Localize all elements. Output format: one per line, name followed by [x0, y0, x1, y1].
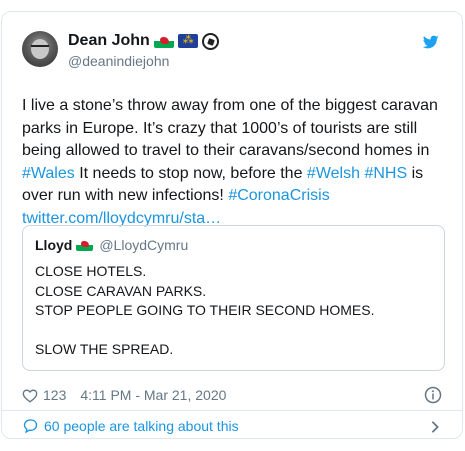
divider	[2, 410, 462, 411]
author-avatar[interactable]	[22, 31, 58, 67]
heart-icon[interactable]	[22, 388, 38, 403]
quoted-tweet-text: CLOSE HOTELS. CLOSE CARAVAN PARKS. STOP …	[35, 262, 374, 360]
author-display-name[interactable]: Dean John	[68, 32, 150, 50]
quoted-text-line: CLOSE CARAVAN PARKS.	[35, 282, 207, 299]
wales-flag-icon	[76, 239, 94, 251]
twitter-bird-icon[interactable]	[422, 34, 440, 50]
quoted-author-handle: @LloydCymru	[99, 237, 189, 253]
quoted-text-line: CLOSE HOTELS.	[35, 263, 147, 279]
quoted-author-name: Lloyd	[35, 237, 73, 253]
quoted-tweet[interactable]: Lloyd @LloydCymru CLOSE HOTELS. CLOSE CA…	[22, 225, 445, 371]
quoted-text-line	[35, 321, 374, 341]
quoted-author-row: Lloyd @LloydCymru	[35, 237, 188, 253]
hashtag-link-coronacrisis[interactable]: #CoronaCrisis	[228, 187, 329, 204]
like-count[interactable]: 123	[43, 387, 66, 403]
hashtag-link-welsh[interactable]: #Welsh	[307, 165, 360, 182]
author-handle[interactable]: @deanindiejohn	[68, 53, 169, 69]
info-icon[interactable]	[424, 386, 442, 404]
chevron-right-icon[interactable]	[430, 420, 440, 434]
tweet-meta: 123 4:11 PM - Mar 21, 2020	[22, 385, 442, 405]
tweet-text-segment: I live a stone’s throw away from one of …	[22, 97, 438, 159]
wales-flag-icon	[153, 34, 174, 48]
tweet-timestamp[interactable]: 4:11 PM - Mar 21, 2020	[80, 387, 226, 403]
speech-bubble-icon	[23, 419, 38, 434]
author-name-row[interactable]: Dean John	[68, 32, 219, 50]
quoted-tweet-url-link[interactable]: twitter.com/lloydcymru/sta…	[22, 210, 221, 227]
embedded-tweet-card[interactable]: Dean John @deanindiejohn I live a stone’…	[1, 11, 463, 439]
football-icon	[201, 32, 219, 50]
quoted-text-line: STOP PEOPLE GOING TO THEIR SECOND HOMES.	[35, 302, 375, 318]
eu-flag-icon	[177, 34, 198, 48]
conversation-count-text[interactable]: 60 people are talking about this	[44, 418, 239, 434]
quoted-text-line: SLOW THE SPREAD.	[35, 341, 174, 357]
hashtag-link-wales[interactable]: #Wales	[22, 165, 75, 182]
conversation-link[interactable]: 60 people are talking about this	[22, 412, 442, 440]
tweet-header: Dean John @deanindiejohn	[22, 31, 442, 71]
hashtag-link-nhs[interactable]: #NHS	[364, 165, 407, 182]
tweet-text: I live a stone’s throw away from one of …	[22, 95, 447, 230]
tweet-text-segment: It needs to stop now, before the	[74, 164, 307, 182]
